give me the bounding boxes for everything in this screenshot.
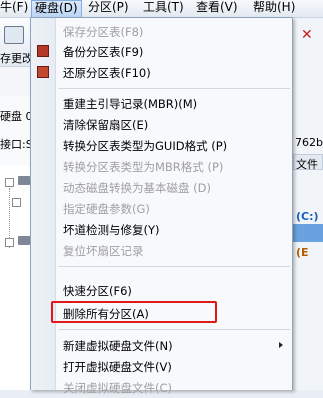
clear-reserved-sectors-item[interactable]: 清除保留扇区(E) — [32, 114, 291, 135]
new-virtual-disk-item[interactable]: 新建虚拟硬盘文件(N) — [32, 335, 291, 356]
menu-item-label: 关闭虚拟硬盘文件(C) — [63, 381, 173, 395]
convert-to-mbr-item[interactable]: 转换分区表类型为MBR格式 (P) — [32, 156, 291, 177]
menu-item-label: 备份分区表(F9) — [63, 45, 144, 59]
menu-disk[interactable]: 硬盘(D) — [31, 0, 82, 17]
close-icon[interactable]: ✕ — [301, 28, 315, 42]
save-partition-table-item[interactable]: 保存分区表(F8) — [32, 21, 291, 42]
partition-e-label: (E — [296, 246, 309, 259]
close-virtual-disk-item[interactable]: 关闭虚拟硬盘文件(C) — [32, 377, 291, 398]
disk-icon — [18, 176, 30, 185]
menu-tools[interactable]: 工具(T) — [143, 0, 184, 17]
tree-expand-icon[interactable] — [5, 238, 14, 247]
highlight-annotation — [51, 301, 217, 323]
dynamic-to-basic-item[interactable]: 动态磁盘转换为基本磁盘 (D) — [32, 177, 291, 198]
tree-expand-icon[interactable] — [12, 198, 21, 207]
disk-menu-dropdown: 保存分区表(F8) 备份分区表(F9) 还原分区表(F10) 重建主引导记录(M… — [30, 17, 293, 395]
partition-bar[interactable] — [293, 224, 323, 242]
menu-partition[interactable]: 分区(P) — [88, 0, 129, 17]
convert-to-guid-item[interactable]: 转换分区表类型为GUID格式 (P) — [32, 135, 291, 156]
specify-disk-params-item[interactable]: 指定硬盘参数(G) — [32, 198, 291, 219]
menu-file[interactable]: 牛(F) — [0, 0, 28, 17]
menu-item-label: 转换分区表类型为MBR格式 (P) — [63, 160, 224, 174]
menu-help[interactable]: 帮助(H) — [253, 0, 295, 17]
reset-bad-sector-item[interactable]: 复位坏扇区记录 — [32, 240, 291, 261]
menu-view[interactable]: 查看(V) — [196, 0, 238, 17]
save-changes-label[interactable]: 存更改 — [0, 50, 33, 66]
menu-item-label: 新建虚拟硬盘文件(N) — [63, 339, 173, 353]
open-virtual-disk-item[interactable]: 打开虚拟硬盘文件(V) — [32, 356, 291, 377]
menu-item-label: 复位坏扇区记录 — [63, 244, 144, 258]
file-tab-label: 文件 — [296, 158, 318, 171]
disk-label: 硬盘 0 — [0, 110, 33, 123]
bad-sector-check-item[interactable]: 坏道检测与修复(Y) — [32, 219, 291, 240]
rebuild-mbr-item[interactable]: 重建主引导记录(MBR)(M) — [32, 93, 291, 114]
menu-item-label: 快速分区(F6) — [63, 284, 132, 298]
menu-separator — [58, 88, 290, 89]
interface-label: 接口:S — [0, 138, 33, 151]
disk-icon — [18, 236, 30, 245]
menu-separator — [58, 266, 290, 267]
menu-item-label: 还原分区表(F10) — [63, 66, 151, 80]
quick-partition-item[interactable]: 快速分区(F6) — [32, 280, 291, 301]
backup-partition-table-item[interactable]: 备份分区表(F9) — [32, 41, 291, 62]
menu-item-label: 打开虚拟硬盘文件(V) — [63, 360, 172, 374]
background-window-right: ✕ 762ba 文件 (C:) (E — [293, 18, 323, 390]
menu-item-label: 转换分区表类型为GUID格式 (P) — [63, 139, 228, 153]
submenu-arrow-icon — [279, 342, 283, 348]
menu-separator — [58, 329, 290, 330]
tree-expand-icon[interactable] — [5, 178, 14, 187]
file-tab[interactable]: 文件 — [293, 154, 323, 171]
backup-icon — [37, 45, 49, 57]
menu-bar: 牛(F) 硬盘(D) 分区(P) 工具(T) 查看(V) 帮助(H) — [0, 0, 323, 18]
menu-item-label: 指定硬盘参数(G) — [63, 202, 150, 216]
restore-partition-table-item[interactable]: 还原分区表(F10) — [32, 62, 291, 83]
partition-c-label: (C:) — [296, 210, 319, 223]
save-icon[interactable] — [4, 26, 24, 44]
menu-item-label: 清除保留扇区(E) — [63, 118, 149, 132]
menu-item-label: 重建主引导记录(MBR)(M) — [63, 97, 198, 111]
menu-item-label: 保存分区表(F8) — [63, 25, 144, 39]
menu-item-label: 动态磁盘转换为基本磁盘 (D) — [63, 181, 211, 195]
disk-id-text: 762ba — [295, 136, 323, 149]
restore-icon — [37, 66, 49, 78]
menu-item-label: 坏道检测与修复(Y) — [63, 223, 160, 237]
